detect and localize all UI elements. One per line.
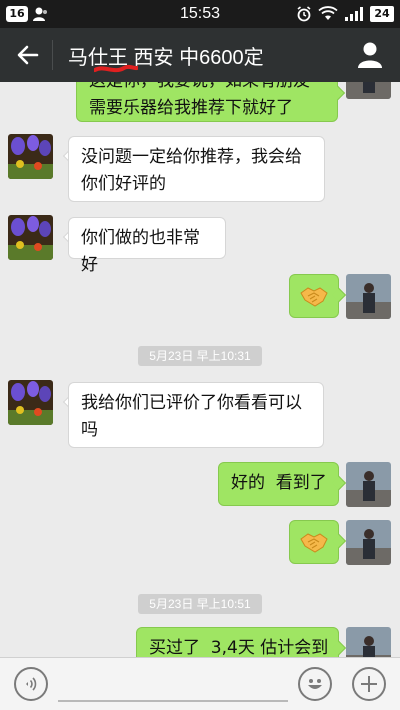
my-avatar[interactable] [346, 627, 391, 657]
user-photo-icon [346, 274, 391, 319]
message-line: 需要乐器给我推荐下就好了 [89, 98, 293, 118]
redaction-mark [94, 64, 138, 73]
flower-photo-icon [8, 134, 53, 179]
message-bubble-incoming[interactable]: 我给你们已评价了你看看可以 吗 [68, 382, 324, 448]
message-bubble-outgoing[interactable]: 买过了 3,4天 估计会到 [136, 627, 339, 657]
message-line: 你们做的也非常好 [81, 228, 200, 275]
voice-button[interactable] [14, 667, 48, 701]
handshake-emoji-icon [300, 287, 328, 307]
flower-photo-icon [8, 380, 53, 425]
message-bubble-outgoing[interactable] [289, 274, 339, 318]
message-line: 吗 [81, 420, 98, 440]
smiley-icon [308, 679, 322, 689]
message-bubble-outgoing[interactable]: 这是你，我要说，如果有朋友 需要乐器给我推荐下就好了 [76, 82, 338, 122]
title-bar: 马仕王 西安 中6600定 [0, 28, 400, 82]
my-avatar[interactable] [346, 82, 391, 99]
status-icons: 24 [296, 5, 394, 23]
message-line: 买过了 3,4天 估计会到 [149, 638, 329, 657]
message-line: 没问题一定给你推荐，我会给 [81, 147, 302, 167]
message-bubble-incoming[interactable]: 你们做的也非常好 [68, 217, 226, 275]
status-bar: 16 15:53 24 [0, 0, 400, 28]
flower-photo-icon [8, 215, 53, 260]
handshake-emoji-icon [300, 533, 328, 553]
user-photo-icon [346, 520, 391, 565]
message-input[interactable] [58, 668, 288, 702]
my-avatar[interactable] [346, 520, 391, 565]
message-line: 这是你，我要说，如果有朋友 [89, 82, 325, 95]
my-avatar[interactable] [346, 462, 391, 507]
message-line: 我给你们已评价了你看看可以 [81, 393, 302, 413]
user-photo-icon [346, 627, 391, 657]
my-avatar[interactable] [346, 274, 391, 319]
contact-avatar[interactable] [8, 215, 53, 260]
chat-info-button[interactable] [354, 38, 386, 72]
emoji-button[interactable] [298, 667, 332, 701]
message-line: 你们好评的 [81, 174, 166, 194]
timestamp: 5月23日 早上10:31 [138, 346, 262, 366]
message-bubble-incoming[interactable]: 没问题一定给你推荐，我会给 你们好评的 [68, 136, 325, 202]
user-photo-icon [346, 82, 391, 99]
message-line: 好的 看到了 [231, 473, 327, 493]
timestamp: 5月23日 早上10:51 [138, 594, 262, 614]
signal-icon [345, 7, 363, 21]
message-bubble-outgoing[interactable]: 好的 看到了 [218, 462, 339, 506]
more-button[interactable] [352, 667, 386, 701]
person-icon [358, 42, 382, 68]
contact-avatar[interactable] [8, 134, 53, 179]
back-button[interactable] [8, 36, 48, 74]
contact-avatar[interactable] [8, 380, 53, 425]
back-arrow-icon [17, 45, 39, 65]
voice-icon [26, 677, 37, 691]
user-photo-icon [346, 462, 391, 507]
alarm-icon [297, 6, 311, 22]
plus-icon [361, 676, 377, 692]
chat-area[interactable]: 这是你，我要说，如果有朋友 需要乐器给我推荐下就好了 没问题一定给你推荐，我会给… [0, 82, 400, 657]
input-bar [0, 657, 400, 710]
battery-icon: 24 [370, 6, 394, 22]
message-bubble-outgoing[interactable] [289, 520, 339, 564]
title-divider [52, 40, 53, 70]
wifi-icon [318, 6, 338, 20]
